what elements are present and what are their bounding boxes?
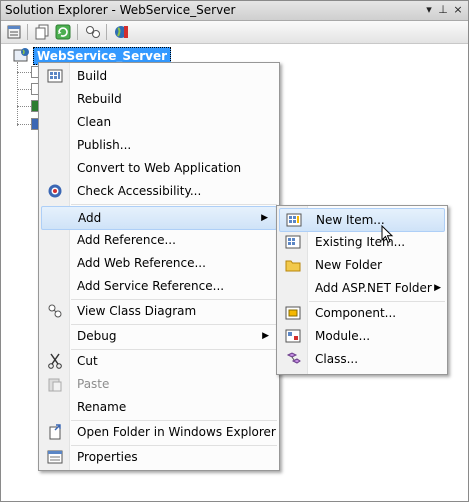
build-icon	[47, 68, 63, 84]
menu-item-label: Publish...	[77, 138, 132, 152]
copy-website-icon[interactable]	[113, 23, 131, 41]
mouse-pointer-icon	[381, 224, 395, 248]
toolbar-separator	[106, 24, 107, 40]
toolbar	[1, 21, 468, 44]
component-icon	[285, 305, 301, 321]
menu-item-label: Clean	[77, 115, 112, 129]
menu-item-paste[interactable]: Paste	[41, 373, 277, 395]
menu-item-check-accessibility[interactable]: Check Accessibility...	[41, 180, 277, 202]
menu-item-label: Open Folder in Windows Explorer	[77, 425, 276, 439]
close-icon[interactable]: ×	[450, 2, 466, 18]
menu-separator	[71, 204, 277, 205]
menu-item-debug[interactable]: Debug ▶	[41, 325, 277, 347]
submenu-arrow-icon: ▶	[261, 213, 268, 223]
menu-item-label: View Class Diagram	[77, 304, 197, 318]
window-title: Solution Explorer - WebService_Server	[5, 3, 236, 17]
auto-hide-pin-icon[interactable]: ⊥	[435, 2, 451, 18]
project-context-menu: Build Rebuild Clean Publish... Convert t…	[38, 62, 280, 471]
scissors-icon	[47, 353, 63, 369]
website-project-icon	[13, 47, 31, 66]
menu-item-view-class-diagram[interactable]: View Class Diagram	[41, 300, 277, 322]
menu-item-label: Rebuild	[77, 92, 122, 106]
tree-connector	[17, 72, 31, 73]
menu-item-label: Component...	[315, 306, 397, 320]
submenu-arrow-icon: ▶	[434, 283, 441, 293]
existing-item-icon	[285, 234, 301, 250]
toolbar-separator	[77, 24, 78, 40]
accessibility-icon	[47, 183, 63, 199]
menu-item-add-reference[interactable]: Add Reference...	[41, 229, 277, 251]
toolbar-separator	[27, 24, 28, 40]
menu-item-add-service-reference[interactable]: Add Service Reference...	[41, 275, 277, 297]
menu-item-label: Add ASP.NET Folder	[315, 281, 432, 295]
menu-item-new-folder[interactable]: New Folder	[279, 254, 445, 276]
tree-connector	[17, 124, 31, 125]
menu-item-module[interactable]: Module...	[279, 325, 445, 347]
menu-item-add-web-reference[interactable]: Add Web Reference...	[41, 252, 277, 274]
tree-connector	[17, 106, 31, 107]
menu-item-properties[interactable]: Properties	[41, 446, 277, 468]
menu-item-class[interactable]: Class...	[279, 348, 445, 370]
menu-item-label: Check Accessibility...	[77, 184, 202, 198]
menu-item-label: Class...	[315, 352, 359, 366]
menu-item-open-folder-in-windows-explorer[interactable]: Open Folder in Windows Explorer	[41, 421, 277, 443]
menu-item-rebuild[interactable]: Rebuild	[41, 88, 277, 110]
menu-item-label: Convert to Web Application	[77, 161, 242, 175]
menu-item-label: New Folder	[315, 258, 383, 272]
menu-item-label: Cut	[77, 354, 98, 368]
class-diagram-icon	[47, 303, 63, 319]
menu-item-publish[interactable]: Publish...	[41, 134, 277, 156]
menu-item-label: Debug	[77, 329, 117, 343]
menu-item-label: Add Service Reference...	[77, 279, 225, 293]
class-view-icon[interactable]	[84, 23, 102, 41]
menu-item-add-aspnet-folder[interactable]: Add ASP.NET Folder ▶	[279, 277, 445, 299]
module-icon	[285, 328, 301, 344]
tree-connector	[17, 89, 31, 90]
folder-icon	[285, 257, 301, 273]
submenu-arrow-icon: ▶	[262, 331, 269, 341]
menu-item-rename[interactable]: Rename	[41, 396, 277, 418]
menu-item-component[interactable]: Component...	[279, 302, 445, 324]
menu-item-cut[interactable]: Cut	[41, 350, 277, 372]
menu-item-label: Properties	[77, 450, 138, 464]
paste-icon	[47, 376, 63, 392]
menu-item-label: Paste	[77, 377, 110, 391]
class-icon	[285, 351, 301, 367]
open-folder-icon	[47, 424, 63, 440]
refresh-icon[interactable]	[54, 23, 72, 41]
menu-item-label: New Item...	[316, 213, 385, 227]
menu-item-new-item[interactable]: New Item...	[279, 208, 445, 232]
menu-item-build[interactable]: Build	[41, 65, 277, 87]
menu-item-label: Rename	[77, 400, 127, 414]
menu-item-clean[interactable]: Clean	[41, 111, 277, 133]
properties-icon[interactable]	[5, 23, 23, 41]
menu-item-add[interactable]: Add ▶	[41, 206, 277, 230]
menu-item-label: Module...	[315, 329, 371, 343]
title-bar: Solution Explorer - WebService_Server ▾ …	[1, 1, 468, 21]
show-all-files-icon[interactable]	[34, 23, 52, 41]
menu-item-label: Add	[78, 211, 102, 225]
menu-item-label: Build	[77, 69, 108, 83]
add-submenu: New Item... Existing Item... New Folder …	[276, 205, 448, 375]
menu-item-convert-to-web-application[interactable]: Convert to Web Application	[41, 157, 277, 179]
new-item-icon	[286, 212, 302, 228]
properties-icon	[47, 449, 63, 465]
menu-item-label: Add Web Reference...	[77, 256, 206, 270]
menu-item-existing-item[interactable]: Existing Item...	[279, 231, 445, 253]
menu-item-label: Add Reference...	[77, 233, 176, 247]
